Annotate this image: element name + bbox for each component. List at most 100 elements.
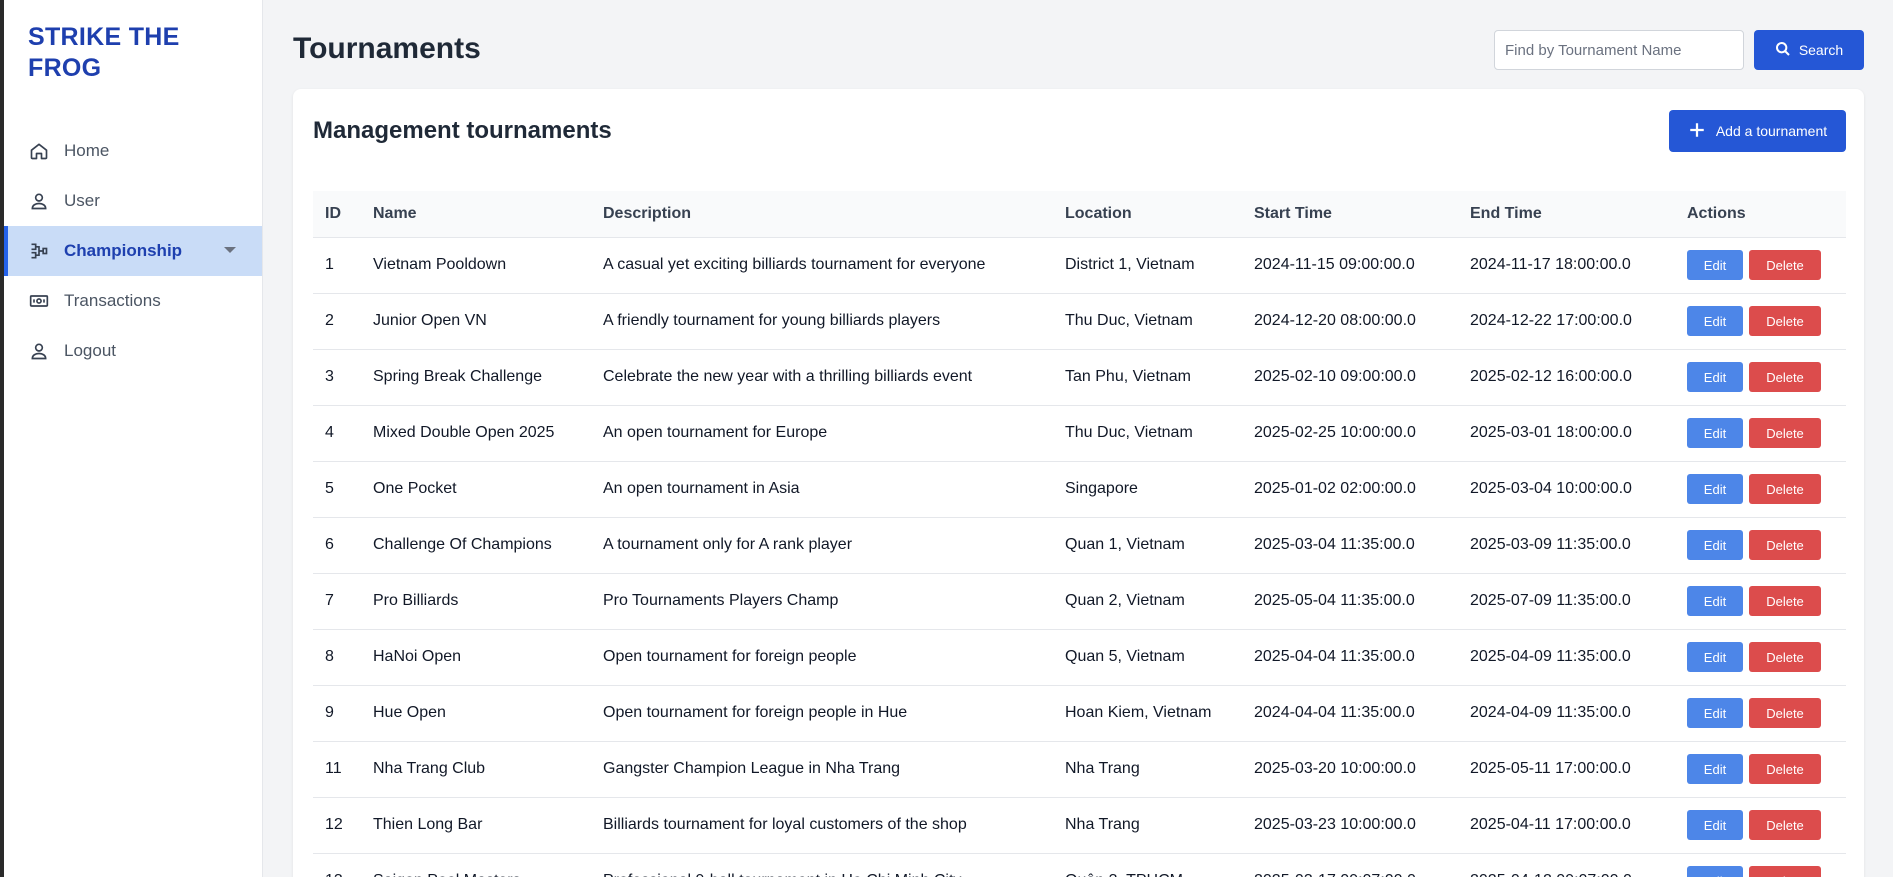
sidebar: STRIKE THE FROG Home User Championship T…: [0, 0, 263, 877]
cell-end-time: 2025-03-01 18:00:00.0: [1470, 424, 1632, 441]
edit-button[interactable]: Edit: [1687, 698, 1743, 728]
cell-actions: EditDelete: [1675, 405, 1846, 461]
delete-button[interactable]: Delete: [1749, 362, 1821, 392]
cell-location: Quan 2, Vietnam: [1065, 592, 1185, 609]
cell-actions: EditDelete: [1675, 237, 1846, 293]
cell-location: Tan Phu, Vietnam: [1065, 368, 1192, 385]
edit-button[interactable]: Edit: [1687, 362, 1743, 392]
edit-button[interactable]: Edit: [1687, 474, 1743, 504]
chevron-down-icon[interactable]: [224, 247, 236, 253]
cell-id: 6: [325, 536, 334, 553]
cell-actions: EditDelete: [1675, 573, 1846, 629]
edit-button[interactable]: Edit: [1687, 810, 1743, 840]
table-row: 1 Vietnam Pooldown A casual yet exciting b…: [313, 237, 1846, 293]
column-header-end-time: End Time: [1470, 204, 1542, 222]
add-tournament-button[interactable]: Add a tournament: [1669, 110, 1846, 152]
cell-start-time: 2024-11-15 09:00:00.0: [1254, 256, 1415, 273]
cell-start-time: 2025-02-10 09:00:00.0: [1254, 368, 1416, 385]
table-row: 8 HaNoi Open Open tournament for foreign p…: [313, 629, 1846, 685]
table-row: 4 Mixed Double Open 2025 An open tournamen…: [313, 405, 1846, 461]
main-content: Tournaments Search Management tournament…: [263, 0, 1893, 877]
delete-button[interactable]: Delete: [1749, 418, 1821, 448]
sidebar-item-logout[interactable]: Logout: [4, 326, 262, 376]
delete-button[interactable]: Delete: [1749, 250, 1821, 280]
table-row: 5 One Pocket An open tournament in Asia Sin…: [313, 461, 1846, 517]
cell-description: Billiards tournament for loyal customers…: [603, 816, 967, 833]
cell-start-time: 2025-03-20 10:00:00.0: [1254, 760, 1416, 777]
sidebar-item-label: Home: [64, 141, 110, 160]
cell-description: Celebrate the new year with a thrilling …: [603, 368, 973, 385]
cell-id: 9: [325, 704, 334, 721]
sidebar-item-transactions[interactable]: Transactions: [4, 276, 262, 326]
delete-button[interactable]: Delete: [1749, 306, 1821, 336]
edit-button[interactable]: Edit: [1687, 754, 1743, 784]
cell-start-time: 2024-04-04 11:35:00.0: [1254, 704, 1415, 721]
cell-id: 12: [325, 816, 343, 833]
cell-name: One Pocket: [373, 480, 457, 497]
column-header-name: Name: [373, 204, 417, 222]
cell-end-time: 2025-03-09 11:35:00.0: [1470, 536, 1631, 553]
delete-button[interactable]: Delete: [1749, 642, 1821, 672]
tournaments-card: Management tournaments Add a tournament …: [293, 89, 1864, 877]
delete-button[interactable]: Delete: [1749, 698, 1821, 728]
cell-start-time: 2025-04-04 11:35:00.0: [1254, 648, 1415, 665]
delete-button[interactable]: Delete: [1749, 586, 1821, 616]
cell-end-time: 2025-04-12 09:07:00.0: [1458, 853, 1675, 877]
column-header-start-time: Start Time: [1254, 204, 1332, 222]
delete-button[interactable]: Delete: [1749, 474, 1821, 504]
edit-button[interactable]: Edit: [1687, 530, 1743, 560]
cell-actions: EditDelete: [1675, 517, 1846, 573]
column-header-description: Description: [603, 204, 692, 222]
cell-name: Nha Trang Club: [373, 760, 486, 777]
edit-button[interactable]: Edit: [1687, 418, 1743, 448]
cell-location: Thu Duc, Vietnam: [1065, 312, 1193, 329]
cell-description: An open tournament for Europe: [603, 424, 828, 441]
table-row: 13Saigon Pool MastersProfessional 9-ball…: [313, 853, 1846, 877]
brand-logo[interactable]: STRIKE THE FROG: [4, 0, 262, 112]
edit-button[interactable]: Edit: [1687, 866, 1743, 877]
cell-id: 4: [325, 424, 334, 441]
search-button-label: Search: [1798, 42, 1844, 58]
cell-end-time: 2025-04-09 11:35:00.0: [1470, 648, 1631, 665]
sidebar-item-championship[interactable]: Championship: [4, 226, 262, 276]
logout-icon: [28, 340, 50, 362]
cell-id: 5: [325, 480, 334, 497]
column-header-id: ID: [325, 204, 341, 222]
search-button[interactable]: Search: [1754, 30, 1864, 70]
edit-button[interactable]: Edit: [1687, 586, 1743, 616]
cell-id: 13: [313, 853, 361, 877]
cell-start-time: 2025-03-17 09:07:00.0: [1242, 853, 1458, 877]
add-tournament-label: Add a tournament: [1715, 123, 1828, 139]
table-row: 11 Nha Trang Club Gangster Champion League…: [313, 741, 1846, 797]
sidebar-item-home[interactable]: Home: [4, 126, 262, 176]
cell-name: Vietnam Pooldown: [373, 256, 507, 273]
cell-end-time: 2025-07-09 11:35:00.0: [1470, 592, 1631, 609]
delete-button[interactable]: Delete: [1749, 754, 1821, 784]
edit-button[interactable]: Edit: [1687, 306, 1743, 336]
delete-button[interactable]: Delete: [1749, 530, 1821, 560]
cell-start-time: 2025-05-04 11:35:00.0: [1254, 592, 1415, 609]
cell-location: Thu Duc, Vietnam: [1065, 424, 1193, 441]
cell-end-time: 2024-12-22 17:00:00.0: [1470, 312, 1632, 329]
cell-start-time: 2024-12-20 08:00:00.0: [1254, 312, 1416, 329]
cell-description: Professional 9-ball tournament in Ho Chi…: [591, 853, 1053, 877]
cell-name: Thien Long Bar: [373, 816, 483, 833]
edit-button[interactable]: Edit: [1687, 250, 1743, 280]
money-icon: [28, 290, 50, 312]
sidebar-item-user[interactable]: User: [4, 176, 262, 226]
cell-id: 1: [325, 256, 334, 273]
delete-button[interactable]: Delete: [1749, 810, 1821, 840]
cell-location: Quận 3, TPHCM: [1053, 853, 1242, 877]
sidebar-item-label: User: [64, 191, 100, 210]
cell-actions: EditDelete: [1675, 461, 1846, 517]
cell-end-time: 2024-04-09 11:35:00.0: [1470, 704, 1631, 721]
cell-end-time: 2025-02-12 16:00:00.0: [1470, 368, 1632, 385]
cell-end-time: 2024-11-17 18:00:00.0: [1470, 256, 1631, 273]
cell-name: Pro Billiards: [373, 592, 459, 609]
search-input[interactable]: [1494, 30, 1744, 70]
edit-button[interactable]: Edit: [1687, 642, 1743, 672]
delete-button[interactable]: Delete: [1749, 866, 1821, 877]
page-title: Tournaments: [293, 32, 481, 65]
table-row: 9 Hue Open Open tournament for foreign peo…: [313, 685, 1846, 741]
cell-actions: EditDelete: [1675, 685, 1846, 741]
